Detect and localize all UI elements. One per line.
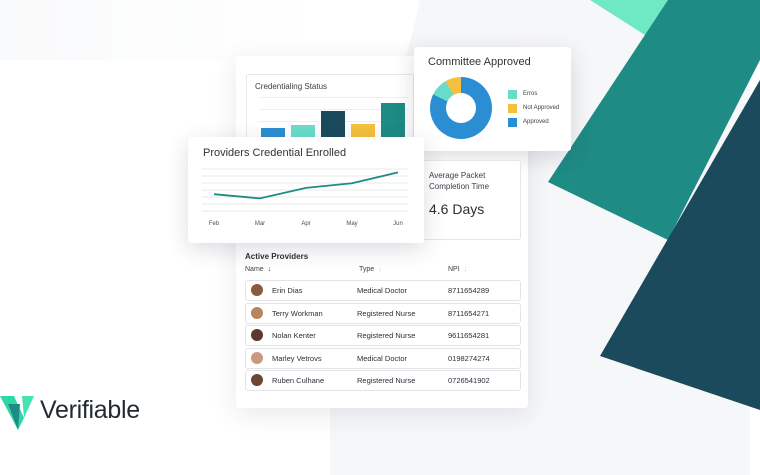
provider-name: Marley Vetrovs [272, 354, 322, 363]
sort-down-icon: ↓ [267, 266, 272, 273]
provider-type: Registered Nurse [357, 309, 416, 318]
providers-enrolled-title: Providers Credential Enrolled [203, 147, 347, 159]
legend-item-erros: Erros [508, 87, 559, 101]
legend-label: Erros [523, 91, 538, 97]
providers-enrolled-line-chart: Feb Mar Apr May Jun [202, 168, 408, 227]
legend-item-not-approved: Not Approved [508, 101, 559, 115]
credentialing-status-card: Credentialing Status [246, 74, 414, 140]
avg-packet-label: Average Packet Completion Time [429, 171, 490, 191]
x-tick-label: Jun [393, 221, 403, 227]
avg-packet-value: 4.6 Days [429, 201, 485, 217]
legend-item-approved: Approved [508, 115, 559, 129]
table-row[interactable]: Terry Workman Registered Nurse 871165427… [245, 303, 521, 324]
committee-approved-title: Committee Approved [428, 56, 531, 68]
column-header-type[interactable]: Type ↓ [359, 266, 382, 273]
column-header-label: Name [245, 266, 264, 273]
donut-legend: Erros Not Approved Approved [508, 87, 559, 129]
legend-swatch [508, 117, 517, 127]
committee-approved-card: Committee Approved Erros Not Approved Ap… [414, 47, 571, 151]
sort-down-icon: ↓ [463, 266, 468, 273]
table-row[interactable]: Nolan Kenter Registered Nurse 9611654281 [245, 325, 521, 346]
avatar [251, 352, 263, 364]
provider-npi: 8711654271 [448, 309, 490, 318]
providers-enrolled-card: Providers Credential Enrolled Feb Mar Apr M… [188, 137, 424, 243]
column-header-name[interactable]: Name ↓ [245, 266, 271, 273]
column-header-npi[interactable]: NPI ↓ [448, 266, 467, 273]
column-header-label: NPI [448, 266, 460, 273]
legend-swatch [508, 89, 517, 99]
status-bar [291, 125, 315, 137]
x-tick-label: Apr [301, 221, 310, 227]
verifiable-logo-mark [0, 396, 34, 430]
status-bar [321, 111, 345, 137]
background-fade [0, 0, 320, 60]
provider-name: Nolan Kenter [272, 331, 316, 340]
avg-packet-card: Average Packet Completion Time 4.6 Days [420, 160, 521, 240]
provider-type: Registered Nurse [357, 331, 416, 340]
provider-type: Medical Doctor [357, 286, 408, 295]
credentialing-bars [259, 97, 409, 137]
verifiable-logo: Verifiable [0, 392, 170, 432]
provider-name: Terry Workman [272, 309, 323, 318]
avatar [251, 329, 263, 341]
x-tick-label: May [346, 221, 357, 227]
avatar [251, 284, 263, 296]
brand-name: Verifiable [40, 396, 140, 424]
status-bar [351, 124, 375, 137]
provider-npi: 9611654281 [448, 331, 490, 340]
legend-label: Not Approved [523, 105, 560, 111]
sort-down-icon: ↓ [378, 266, 382, 273]
legend-swatch [508, 103, 517, 113]
credentialing-status-title: Credentialing Status [255, 82, 328, 91]
provider-npi: 0726541902 [448, 376, 490, 385]
provider-name: Erin Dias [272, 286, 303, 295]
x-tick-label: Mar [255, 221, 265, 227]
table-row[interactable]: Erin Dias Medical Doctor 8711654289 [245, 280, 521, 301]
provider-type: Medical Doctor [357, 354, 408, 363]
approval-donut-chart [430, 77, 492, 139]
active-providers-title: Active Providers [245, 252, 309, 261]
provider-npi: 8711654289 [448, 286, 490, 295]
provider-npi: 0198274274 [448, 354, 490, 363]
status-bar [381, 103, 405, 137]
provider-name: Ruben Culhane [272, 376, 325, 385]
x-tick-label: Feb [209, 221, 220, 227]
avatar [251, 374, 263, 386]
table-row[interactable]: Marley Vetrovs Medical Doctor 0198274274 [245, 348, 521, 369]
legend-label: Approved [523, 119, 549, 125]
status-bar [261, 128, 285, 137]
avatar [251, 307, 263, 319]
column-header-label: Type [359, 266, 375, 273]
table-row[interactable]: Ruben Culhane Registered Nurse 072654190… [245, 370, 521, 391]
provider-type: Registered Nurse [357, 376, 416, 385]
